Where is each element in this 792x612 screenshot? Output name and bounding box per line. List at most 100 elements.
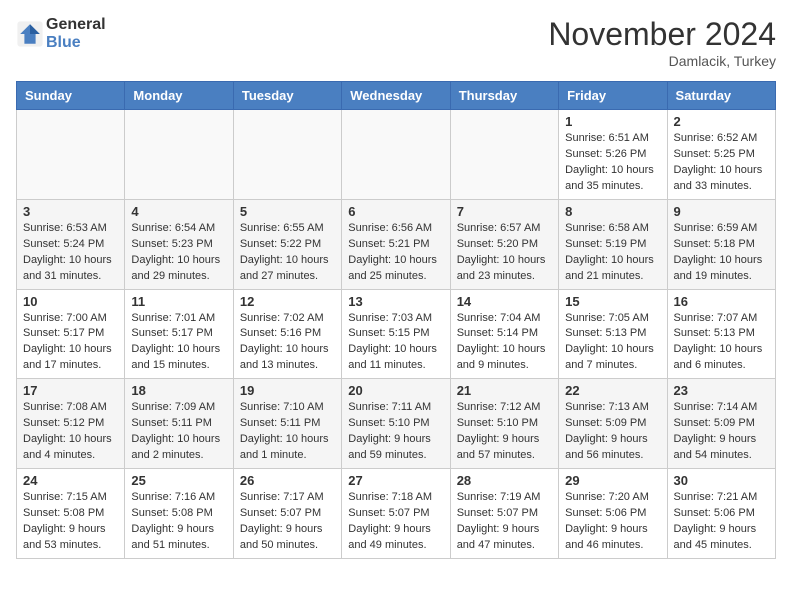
day-cell: 5 Sunrise: 6:55 AM Sunset: 5:22 PM Daylig… [233, 199, 341, 289]
day-cell: 10Sunrise: 7:00 AM Sunset: 5:17 PM Dayli… [17, 289, 125, 379]
day-cell: 9 Sunrise: 6:59 AM Sunset: 5:18 PM Daylig… [667, 199, 775, 289]
day-info: Sunrise: 7:07 AM Sunset: 5:13 PM Dayligh… [674, 311, 769, 375]
week-row-4: 17 Sunrise: 7:08 AM Sunset: 5:12 PM Dayli… [17, 379, 776, 469]
month-title: November 2024 [548, 16, 776, 53]
week-row-1: 1 Sunrise: 6:51 AM Sunset: 5:26 PM Daylig… [17, 110, 776, 200]
week-row-5: 24 Sunrise: 7:15 AM Sunset: 5:08 PM Dayli… [17, 469, 776, 559]
calendar: SundayMondayTuesdayWednesdayThursdayFrid… [16, 81, 776, 559]
day-cell: 4Sunrise: 6:54 AM Sunset: 5:23 PM Daylig… [125, 199, 233, 289]
day-cell: 16 Sunrise: 7:07 AM Sunset: 5:13 PM Dayli… [667, 289, 775, 379]
day-number: 1 [565, 114, 660, 129]
day-cell [450, 110, 558, 200]
day-cell: 17 Sunrise: 7:08 AM Sunset: 5:12 PM Dayli… [17, 379, 125, 469]
page: General Blue November 2024 Damlacik, Tur… [0, 0, 792, 575]
day-cell: 3 Sunrise: 6:53 AM Sunset: 5:24 PM Daylig… [17, 199, 125, 289]
day-cell: 14Sunrise: 7:04 AM Sunset: 5:14 PM Dayli… [450, 289, 558, 379]
day-number: 13 [348, 294, 443, 309]
day-info: Sunrise: 6:53 AM Sunset: 5:24 PM Dayligh… [23, 221, 118, 285]
day-number: 17 [23, 383, 118, 398]
day-info: Sunrise: 7:01 AM Sunset: 5:17 PM Dayligh… [131, 311, 226, 375]
day-cell: 22Sunrise: 7:13 AM Sunset: 5:09 PM Dayli… [559, 379, 667, 469]
day-cell: 18 Sunrise: 7:09 AM Sunset: 5:11 PM Dayli… [125, 379, 233, 469]
day-number: 2 [674, 114, 769, 129]
day-number: 21 [457, 383, 552, 398]
day-number: 11 [131, 294, 226, 309]
day-number: 3 [23, 204, 118, 219]
day-number: 23 [674, 383, 769, 398]
week-row-3: 10Sunrise: 7:00 AM Sunset: 5:17 PM Dayli… [17, 289, 776, 379]
day-cell [342, 110, 450, 200]
day-info: Sunrise: 7:20 AM Sunset: 5:06 PM Dayligh… [565, 490, 660, 554]
day-number: 26 [240, 473, 335, 488]
day-cell: 15 Sunrise: 7:05 AM Sunset: 5:13 PM Dayli… [559, 289, 667, 379]
day-info: Sunrise: 7:16 AM Sunset: 5:08 PM Dayligh… [131, 490, 226, 554]
day-number: 19 [240, 383, 335, 398]
day-info: Sunrise: 6:54 AM Sunset: 5:23 PM Dayligh… [131, 221, 226, 285]
weekday-header-wednesday: Wednesday [342, 82, 450, 110]
weekday-header-monday: Monday [125, 82, 233, 110]
day-cell: 30 Sunrise: 7:21 AM Sunset: 5:06 PM Dayli… [667, 469, 775, 559]
weekday-header-row: SundayMondayTuesdayWednesdayThursdayFrid… [17, 82, 776, 110]
day-info: Sunrise: 7:11 AM Sunset: 5:10 PM Dayligh… [348, 400, 443, 464]
day-cell: 26 Sunrise: 7:17 AM Sunset: 5:07 PM Dayli… [233, 469, 341, 559]
day-info: Sunrise: 6:51 AM Sunset: 5:26 PM Dayligh… [565, 131, 660, 195]
day-number: 24 [23, 473, 118, 488]
day-info: Sunrise: 7:21 AM Sunset: 5:06 PM Dayligh… [674, 490, 769, 554]
day-number: 6 [348, 204, 443, 219]
day-number: 15 [565, 294, 660, 309]
day-number: 7 [457, 204, 552, 219]
day-number: 5 [240, 204, 335, 219]
day-cell [233, 110, 341, 200]
day-cell: 8 Sunrise: 6:58 AM Sunset: 5:19 PM Daylig… [559, 199, 667, 289]
day-cell: 2 Sunrise: 6:52 AM Sunset: 5:25 PM Daylig… [667, 110, 775, 200]
day-info: Sunrise: 6:58 AM Sunset: 5:19 PM Dayligh… [565, 221, 660, 285]
day-cell [125, 110, 233, 200]
day-cell: 25Sunrise: 7:16 AM Sunset: 5:08 PM Dayli… [125, 469, 233, 559]
day-info: Sunrise: 6:56 AM Sunset: 5:21 PM Dayligh… [348, 221, 443, 285]
day-info: Sunrise: 7:14 AM Sunset: 5:09 PM Dayligh… [674, 400, 769, 464]
day-cell: 7 Sunrise: 6:57 AM Sunset: 5:20 PM Daylig… [450, 199, 558, 289]
day-number: 8 [565, 204, 660, 219]
day-info: Sunrise: 6:52 AM Sunset: 5:25 PM Dayligh… [674, 131, 769, 195]
day-cell: 11 Sunrise: 7:01 AM Sunset: 5:17 PM Dayli… [125, 289, 233, 379]
weekday-header-thursday: Thursday [450, 82, 558, 110]
day-cell: 29 Sunrise: 7:20 AM Sunset: 5:06 PM Dayli… [559, 469, 667, 559]
day-info: Sunrise: 7:15 AM Sunset: 5:08 PM Dayligh… [23, 490, 118, 554]
day-info: Sunrise: 6:57 AM Sunset: 5:20 PM Dayligh… [457, 221, 552, 285]
day-info: Sunrise: 7:08 AM Sunset: 5:12 PM Dayligh… [23, 400, 118, 464]
weekday-header-sunday: Sunday [17, 82, 125, 110]
day-number: 12 [240, 294, 335, 309]
day-number: 16 [674, 294, 769, 309]
day-number: 10 [23, 294, 118, 309]
day-number: 9 [674, 204, 769, 219]
day-cell: 20 Sunrise: 7:11 AM Sunset: 5:10 PM Dayli… [342, 379, 450, 469]
day-cell: 28Sunrise: 7:19 AM Sunset: 5:07 PM Dayli… [450, 469, 558, 559]
day-info: Sunrise: 7:03 AM Sunset: 5:15 PM Dayligh… [348, 311, 443, 375]
day-number: 27 [348, 473, 443, 488]
day-info: Sunrise: 6:55 AM Sunset: 5:22 PM Dayligh… [240, 221, 335, 285]
day-number: 14 [457, 294, 552, 309]
weekday-header-tuesday: Tuesday [233, 82, 341, 110]
day-info: Sunrise: 7:09 AM Sunset: 5:11 PM Dayligh… [131, 400, 226, 464]
day-info: Sunrise: 7:18 AM Sunset: 5:07 PM Dayligh… [348, 490, 443, 554]
day-cell: 13 Sunrise: 7:03 AM Sunset: 5:15 PM Dayli… [342, 289, 450, 379]
day-info: Sunrise: 7:12 AM Sunset: 5:10 PM Dayligh… [457, 400, 552, 464]
logo-icon [16, 20, 44, 48]
day-info: Sunrise: 7:05 AM Sunset: 5:13 PM Dayligh… [565, 311, 660, 375]
day-info: Sunrise: 7:17 AM Sunset: 5:07 PM Dayligh… [240, 490, 335, 554]
day-cell [17, 110, 125, 200]
week-row-2: 3 Sunrise: 6:53 AM Sunset: 5:24 PM Daylig… [17, 199, 776, 289]
day-cell: 6 Sunrise: 6:56 AM Sunset: 5:21 PM Daylig… [342, 199, 450, 289]
day-number: 22 [565, 383, 660, 398]
day-cell: 19 Sunrise: 7:10 AM Sunset: 5:11 PM Dayli… [233, 379, 341, 469]
day-info: Sunrise: 7:10 AM Sunset: 5:11 PM Dayligh… [240, 400, 335, 464]
title-block: November 2024 Damlacik, Turkey [548, 16, 776, 69]
day-info: Sunrise: 7:19 AM Sunset: 5:07 PM Dayligh… [457, 490, 552, 554]
weekday-header-saturday: Saturday [667, 82, 775, 110]
day-number: 20 [348, 383, 443, 398]
day-number: 18 [131, 383, 226, 398]
day-number: 30 [674, 473, 769, 488]
day-info: Sunrise: 6:59 AM Sunset: 5:18 PM Dayligh… [674, 221, 769, 285]
day-number: 29 [565, 473, 660, 488]
day-cell: 1 Sunrise: 6:51 AM Sunset: 5:26 PM Daylig… [559, 110, 667, 200]
